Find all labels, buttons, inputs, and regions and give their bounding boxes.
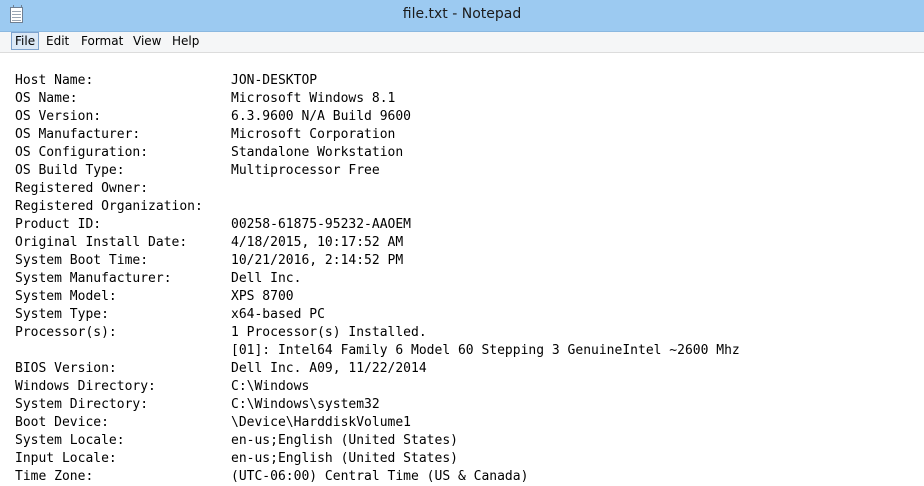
line-value: 00258-61875-95232-AAOEM: [231, 217, 412, 232]
line-label: System Locale:: [15, 433, 125, 448]
line-value: C:\Windows\system32: [231, 397, 380, 412]
line-value: Microsoft Windows 8.1: [231, 91, 396, 106]
line-system-model: System Model: XPS 8700: [15, 288, 924, 306]
line-system-type: System Type: x64-based PC: [15, 306, 924, 324]
line-value: en-us;English (United States): [231, 451, 458, 466]
line-value: (UTC-06:00) Central Time (US & Canada): [231, 469, 529, 484]
line-value: [01]: Intel64 Family 6 Model 60 Stepping…: [231, 343, 740, 358]
line-label: System Type:: [15, 307, 109, 322]
line-label: BIOS Version:: [15, 361, 117, 376]
line-value: Dell Inc. A09, 11/22/2014: [231, 361, 427, 376]
line-system-manufacturer: System Manufacturer: Dell Inc.: [15, 270, 924, 288]
window-title: file.txt - Notepad: [402, 6, 522, 22]
line-host-name: Host Name: JON-DESKTOP: [15, 72, 924, 90]
line-system-boot-time: System Boot Time: 10/21/2016, 2:14:52 PM: [15, 252, 924, 270]
line-value: en-us;English (United States): [231, 433, 458, 448]
line-boot-device: Boot Device: \Device\HarddiskVolume1: [15, 414, 924, 432]
menu-edit[interactable]: Edit: [43, 33, 72, 49]
line-label: System Manufacturer:: [15, 271, 172, 286]
line-label: Input Locale:: [15, 451, 117, 466]
line-label: System Directory:: [15, 397, 149, 412]
menu-bar: File Edit Format View Help: [0, 32, 924, 53]
line-os-build-type: OS Build Type: Multiprocessor Free: [15, 162, 924, 180]
line-value: 4/18/2015, 10:17:52 AM: [231, 235, 404, 250]
line-label: Registered Owner:: [15, 181, 149, 196]
line-label: OS Name:: [15, 91, 78, 106]
menu-format[interactable]: Format: [78, 33, 126, 49]
line-label: Product ID:: [15, 217, 102, 232]
line-os-name: OS Name: Microsoft Windows 8.1: [15, 90, 924, 108]
line-label: OS Build Type:: [15, 163, 125, 178]
line-processor-detail: [01]: Intel64 Family 6 Model 60 Stepping…: [15, 342, 924, 360]
menu-file[interactable]: File: [11, 32, 40, 50]
line-os-manufacturer: OS Manufacturer: Microsoft Corporation: [15, 126, 924, 144]
line-value: x64-based PC: [231, 307, 325, 322]
line-label: Host Name:: [15, 73, 94, 88]
line-label: Registered Organization:: [15, 199, 203, 214]
line-os-version: OS Version: 6.3.9600 N/A Build 9600: [15, 108, 924, 126]
line-system-locale: System Locale: en-us;English (United Stat…: [15, 432, 924, 450]
line-value: JON-DESKTOP: [231, 73, 318, 88]
line-label: Boot Device:: [15, 415, 109, 430]
line-value: Dell Inc.: [231, 271, 302, 286]
line-value: 1 Processor(s) Installed.: [231, 325, 427, 340]
line-value: Standalone Workstation: [231, 145, 404, 160]
line-value: Microsoft Corporation: [231, 127, 396, 142]
line-registered-organization: Registered Organization:: [15, 198, 924, 216]
line-time-zone: Time Zone: (UTC-06:00) Central Time (US &…: [15, 468, 924, 486]
line-registered-owner: Registered Owner:: [15, 180, 924, 198]
line-processors: Processor(s): 1 Processor(s) Installed.: [15, 324, 924, 342]
line-label: System Model:: [15, 289, 117, 304]
menu-help[interactable]: Help: [169, 33, 202, 49]
line-label: OS Manufacturer:: [15, 127, 141, 142]
line-value: 6.3.9600 N/A Build 9600: [231, 109, 412, 124]
line-label: OS Version:: [15, 109, 102, 124]
title-bar[interactable]: file.txt - Notepad: [0, 0, 924, 32]
line-value: 10/21/2016, 2:14:52 PM: [231, 253, 404, 268]
line-system-directory: System Directory: C:\Windows\system32: [15, 396, 924, 414]
menu-view[interactable]: View: [130, 33, 164, 49]
line-value: \Device\HarddiskVolume1: [231, 415, 412, 430]
line-label: OS Configuration:: [15, 145, 149, 160]
line-value: XPS 8700: [231, 289, 294, 304]
line-product-id: Product ID: 00258-61875-95232-AAOEM: [15, 216, 924, 234]
line-os-configuration: OS Configuration: Standalone Workstation: [15, 144, 924, 162]
line-value: C:\Windows: [231, 379, 310, 394]
line-windows-directory: Windows Directory: C:\Windows: [15, 378, 924, 396]
text-editor[interactable]: Host Name: JON-DESKTOP OS Name: Microsoft …: [15, 72, 924, 484]
line-original-install-date: Original Install Date: 4/18/2015, 10:17:5…: [15, 234, 924, 252]
line-label: Time Zone:: [15, 469, 94, 484]
line-bios-version: BIOS Version: Dell Inc. A09, 11/22/2014: [15, 360, 924, 378]
line-label: Original Install Date:: [15, 235, 188, 250]
line-label: Processor(s):: [15, 325, 117, 340]
line-label: System Boot Time:: [15, 253, 149, 268]
line-label: Windows Directory:: [15, 379, 156, 394]
line-value: Multiprocessor Free: [231, 163, 380, 178]
line-input-locale: Input Locale: en-us;English (United State…: [15, 450, 924, 468]
